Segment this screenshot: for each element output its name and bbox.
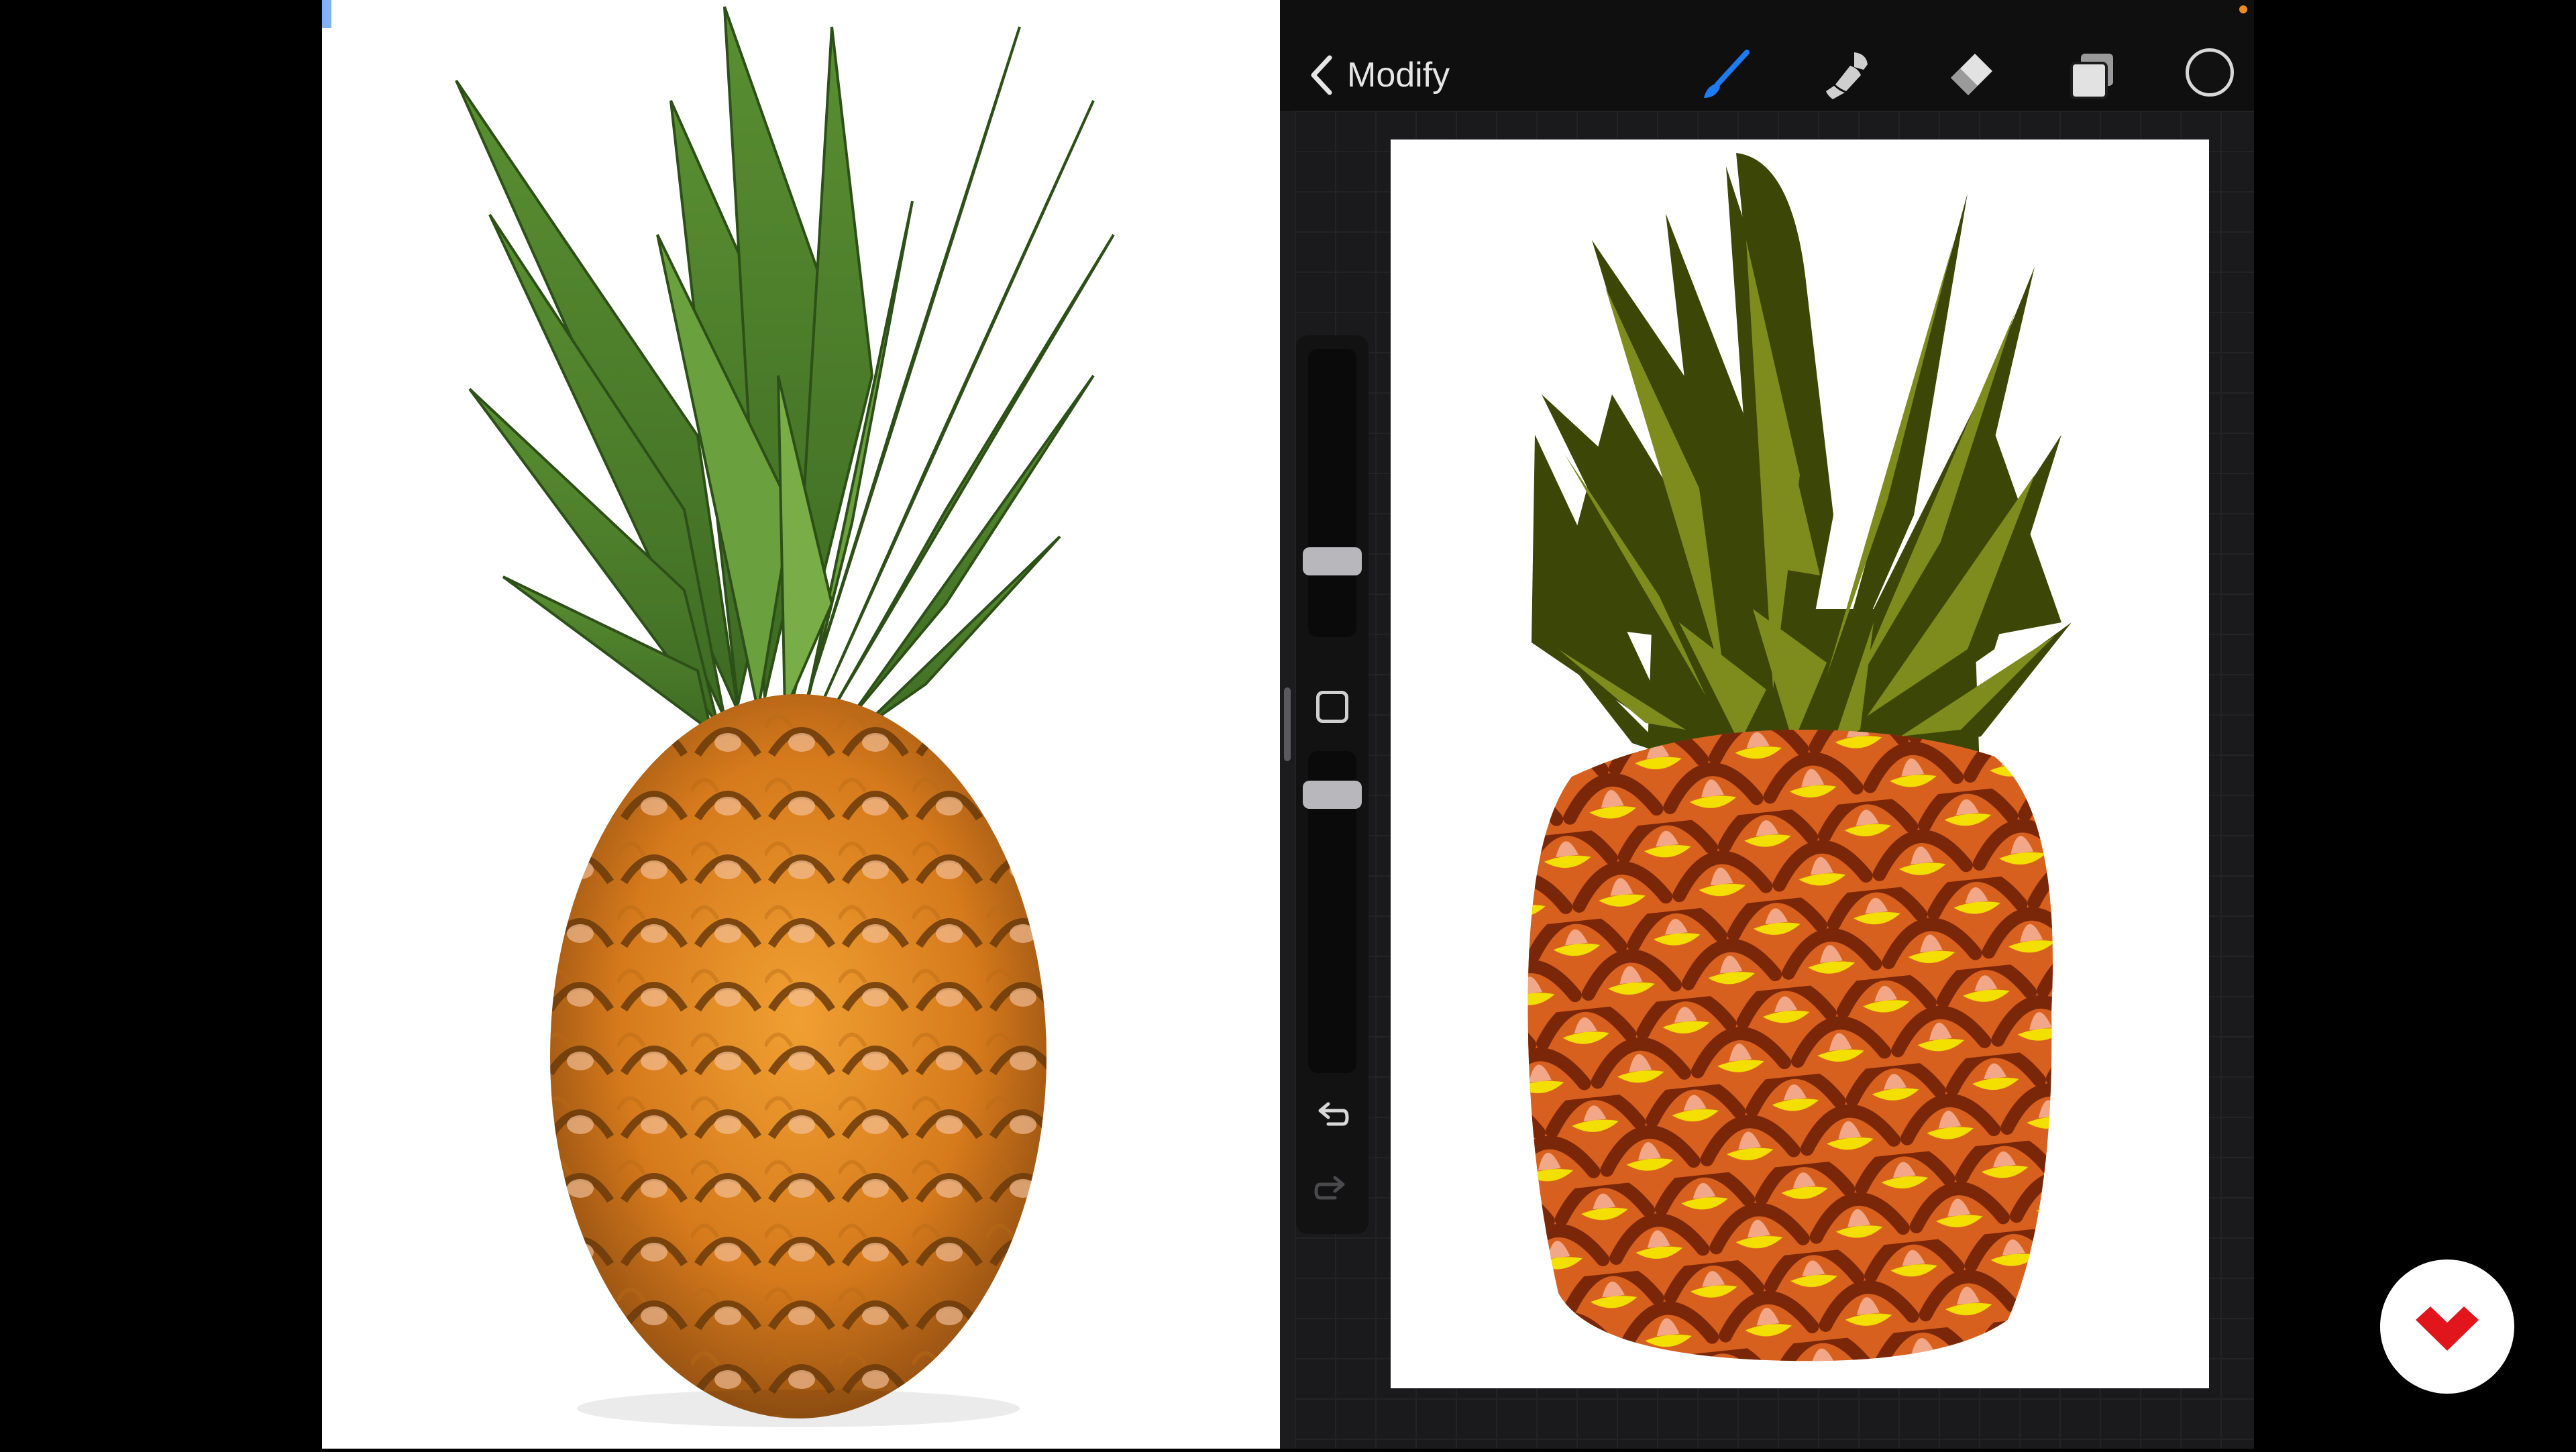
heart-logo-icon [2416, 1306, 2479, 1351]
recording-indicator [2239, 5, 2247, 13]
undo-icon [1318, 1102, 1349, 1126]
brush-tool-button[interactable] [1697, 47, 1754, 103]
redo-icon [1314, 1176, 1345, 1200]
back-label: Modify [1347, 56, 1450, 95]
reference-pineapple-photo [455, 6, 1115, 1427]
drawing-canvas[interactable] [1391, 139, 2209, 1388]
eraser-icon [1951, 54, 1992, 95]
reference-image-panel [322, 0, 1280, 1449]
modify-button[interactable] [1316, 691, 1348, 723]
opacity-slider[interactable] [1303, 781, 1362, 809]
brush-icon [1704, 50, 1750, 98]
app-logo-button[interactable] [2380, 1260, 2514, 1394]
eraser-tool-button[interactable] [1941, 47, 1998, 103]
undo-button[interactable] [1308, 1093, 1355, 1140]
color-picker-swatch[interactable] [2186, 48, 2234, 97]
modify-back-button[interactable]: Modify [1308, 48, 1450, 102]
smudge-tool-button[interactable] [1819, 47, 1876, 103]
smudge-icon [1826, 52, 1868, 99]
pineapple-illustration [1527, 153, 2072, 1361]
layers-tool-button[interactable] [2063, 47, 2120, 103]
split-view-handle[interactable] [1284, 687, 1291, 761]
layers-icon [2070, 54, 2113, 99]
selection-marker [322, 0, 331, 28]
brush-size-slider[interactable] [1303, 547, 1362, 575]
redo-button[interactable] [1308, 1167, 1355, 1214]
chevron-left-icon [1311, 55, 1332, 95]
brush-size-track[interactable] [1308, 349, 1356, 637]
